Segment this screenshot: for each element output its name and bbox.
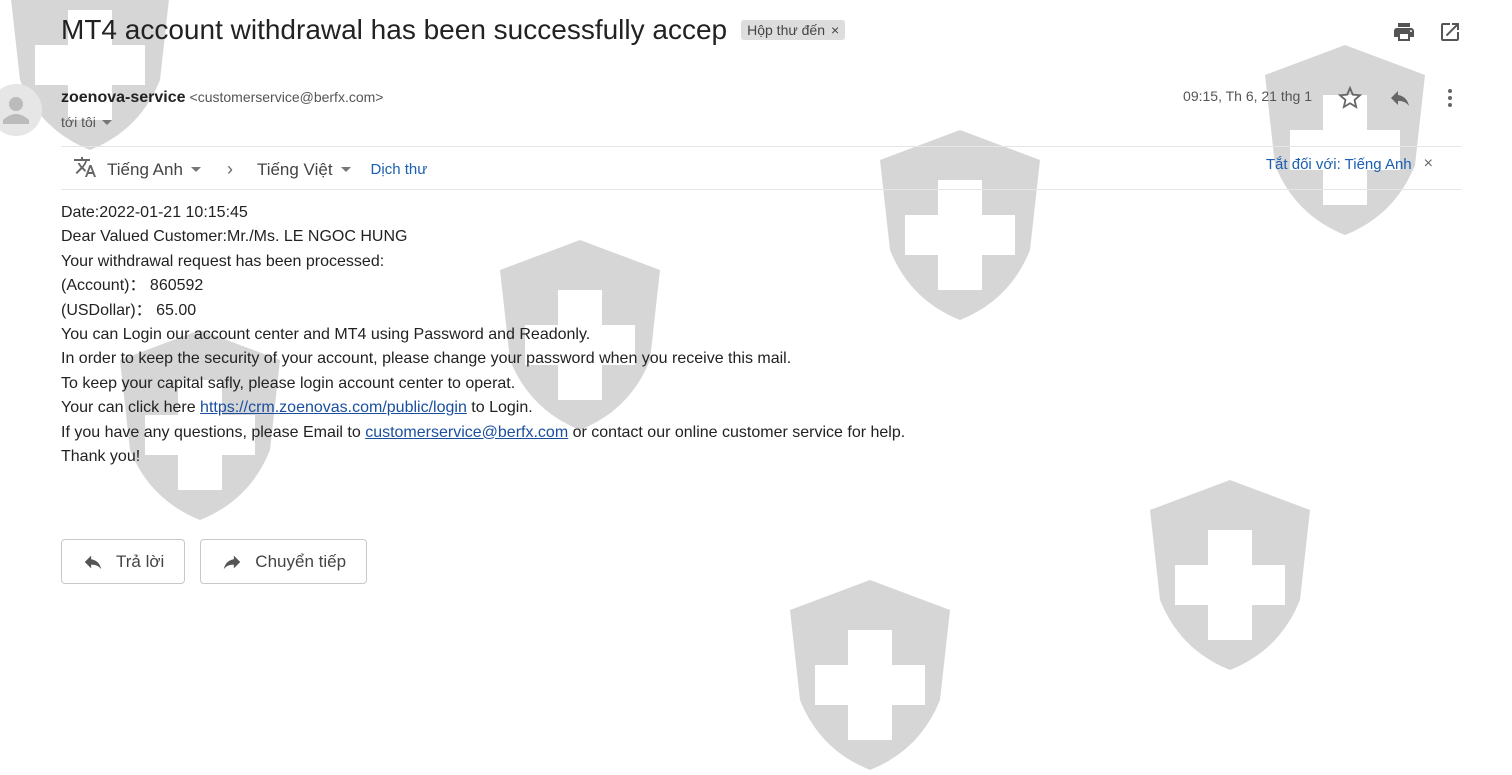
body-line: Your withdrawal request has been process… xyxy=(61,252,385,270)
body-line: In order to keep the security of your ac… xyxy=(61,350,792,368)
reply-button[interactable]: Trả lời xyxy=(61,539,186,584)
body-text: to Login. xyxy=(466,399,533,417)
chevron-right-icon: › xyxy=(226,159,233,179)
chevron-down-icon xyxy=(190,167,201,172)
email-subject: MT4 account withdrawal has been successf… xyxy=(61,14,728,45)
sender-name[interactable]: zoenova-service xyxy=(61,89,186,106)
email-body: Date:2022-01-21 10:15:45 Dear Valued Cus… xyxy=(61,201,905,469)
translate-controls: Tiếng Anh › Tiếng Việt Dịch thư xyxy=(73,155,427,184)
body-line: Your can click here https://crm.zoenovas… xyxy=(61,396,905,420)
subject-row: MT4 account withdrawal has been successf… xyxy=(61,14,846,46)
person-avatar-icon xyxy=(3,97,29,124)
body-line: If you have any questions, please Email … xyxy=(61,421,905,445)
source-language-select[interactable]: Tiếng Anh xyxy=(107,160,201,180)
forward-button-label: Chuyển tiếp xyxy=(255,551,347,571)
recipient-text: tới tôi xyxy=(61,114,96,130)
recipient-row[interactable]: tới tôi xyxy=(61,114,112,130)
body-text: or contact our online customer service f… xyxy=(568,423,906,441)
body-line: Thank you! xyxy=(61,448,141,466)
shield-watermark-icon xyxy=(790,580,950,770)
translate-message-link[interactable]: Dịch thư xyxy=(371,161,428,178)
reply-icon[interactable] xyxy=(1388,86,1412,110)
forward-icon xyxy=(224,555,241,569)
translate-bar: Tiếng Anh › Tiếng Việt Dịch thư Tắt đối … xyxy=(61,146,1461,190)
body-line: (USDollar)： 65.00 xyxy=(61,301,197,319)
target-language-select[interactable]: Tiếng Việt xyxy=(257,160,351,180)
body-text: If you have any questions, please Email … xyxy=(61,423,366,441)
reply-button-label: Trả lời xyxy=(116,551,165,571)
more-vert-icon[interactable] xyxy=(1438,86,1462,110)
body-text: Your can click here xyxy=(61,399,201,417)
body-line: You can Login our account center and MT4… xyxy=(61,326,591,344)
sender-email: <customerservice@berfx.com> xyxy=(189,89,384,105)
close-icon[interactable]: × xyxy=(1424,155,1433,173)
open-in-new-window-icon[interactable] xyxy=(1438,20,1462,44)
body-line: To keep your capital safly, please login… xyxy=(61,374,516,392)
sender-avatar xyxy=(0,84,42,136)
inbox-label-text: Hộp thư đến xyxy=(747,22,825,38)
reply-actions: Trả lời Chuyển tiếp xyxy=(61,539,368,584)
turn-off-translate: Tắt đối với: Tiếng Anh × xyxy=(1266,155,1433,173)
turn-off-translate-link[interactable]: Tắt đối với: Tiếng Anh xyxy=(1266,156,1412,173)
print-icon[interactable] xyxy=(1392,20,1416,44)
remove-label-button[interactable]: × xyxy=(831,22,839,38)
translate-icon xyxy=(73,155,97,184)
reply-icon xyxy=(84,555,102,569)
login-link[interactable]: https://crm.zoenovas.com/public/login xyxy=(200,399,467,416)
source-language-label: Tiếng Anh xyxy=(107,159,183,179)
top-actions xyxy=(1392,20,1462,44)
body-line: (Account)： 860592 xyxy=(61,277,204,295)
message-actions xyxy=(1337,85,1462,110)
forward-button[interactable]: Chuyển tiếp xyxy=(200,539,368,584)
chevron-down-icon[interactable] xyxy=(101,119,112,125)
chevron-down-icon xyxy=(340,167,351,172)
inbox-label-chip[interactable]: Hộp thư đến × xyxy=(741,20,846,40)
sender-row: zoenova-service <customerservice@berfx.co… xyxy=(61,89,383,107)
email-timestamp: 09:15, Th 6, 21 thg 1 xyxy=(1183,88,1312,104)
email-link[interactable]: customerservice@berfx.com xyxy=(365,424,568,441)
body-line: Date:2022-01-21 10:15:45 xyxy=(61,204,248,221)
email-view: MT4 account withdrawal has been successf… xyxy=(0,0,1512,607)
star-icon[interactable] xyxy=(1337,85,1363,110)
target-language-label: Tiếng Việt xyxy=(256,159,333,179)
body-line: Dear Valued Customer:Mr./Ms. LE NGOC HUN… xyxy=(61,228,408,246)
